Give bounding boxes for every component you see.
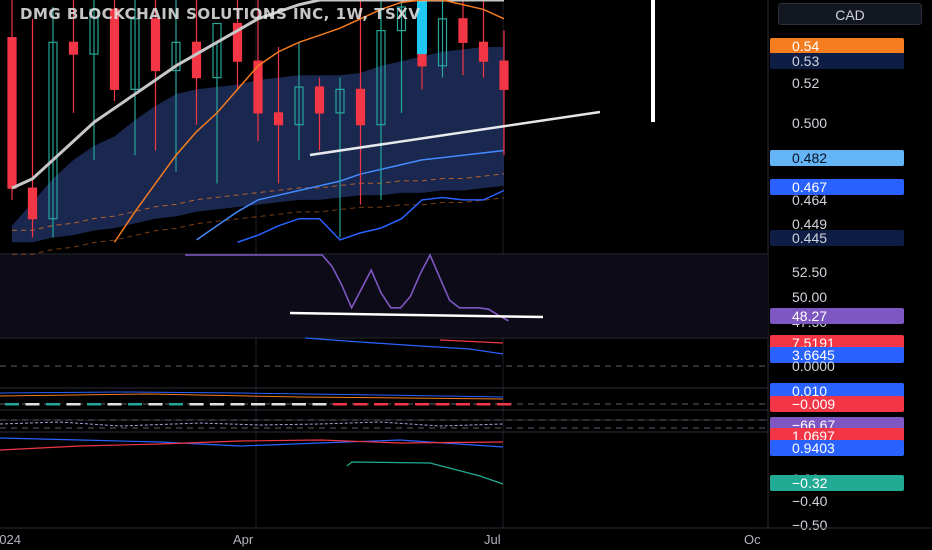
oscillator-c-tag-label: −0.32 [792,475,828,491]
candle-body[interactable] [7,37,17,189]
oscillator-a-tag-blue[interactable]: 3.6645 [770,347,904,363]
candle-body[interactable] [458,18,468,43]
histogram-bar[interactable] [66,403,81,406]
time-label: Apr [233,532,254,547]
histogram-bar[interactable] [189,403,204,406]
rsi-tag-bg [770,308,904,324]
price-tag-cloud-low[interactable]: 0.445 [770,230,904,246]
candle-body[interactable] [478,41,489,62]
price-tick: 0.500 [792,115,827,131]
oscillator-a-tag-blue-bg [770,347,904,363]
currency-button[interactable]: CAD [778,3,922,25]
time-label: Oc [744,532,761,547]
price-tag-sma-short-bg [770,38,904,54]
histogram-bar[interactable] [25,403,40,406]
histogram-bar[interactable] [415,403,429,406]
rsi-tag[interactable]: 48.27 [770,308,904,324]
price-tag-band-low-bg [770,179,904,195]
histogram-bar[interactable] [128,403,142,406]
oscillator-b-tag-blue-label: 0.9403 [792,440,835,456]
histogram-bar[interactable] [435,403,450,406]
price-tick: 0.52 [792,75,819,91]
histogram-bar[interactable] [456,403,470,406]
histogram-tag-red[interactable]: −0.009 [770,396,904,412]
histogram-bar[interactable] [107,403,122,406]
rsi-tick: 52.50 [792,264,827,280]
time-label: 2024 [0,532,21,547]
histogram-bar[interactable] [148,403,163,406]
rsi-tick: 50.00 [792,289,827,305]
oscillator-b-tag-blue-bg [770,440,904,456]
price-tag-current-label: 0.482 [792,150,827,166]
oscillator-c-tick: −0.40 [792,493,828,509]
histogram-bar[interactable] [46,403,60,406]
histogram-bar[interactable] [374,403,388,406]
histogram-bar[interactable] [169,403,183,406]
oscillator-c-tag-bg [770,475,904,491]
histogram-tag-red-bg [770,396,904,412]
candle-body[interactable] [27,187,38,220]
histogram-bar[interactable] [230,403,245,406]
price-tick: 0.464 [792,192,827,208]
histogram-bar[interactable] [333,403,347,406]
chart-canvas[interactable]: 0.540.530.520.5000.4820.4670.4640.4490.4… [0,0,932,550]
oscillator-c-tag[interactable]: −0.32 [770,475,904,491]
price-tag-sma-short[interactable]: 0.54 [770,38,904,54]
candle-body[interactable] [499,60,509,90]
histogram-bar[interactable] [251,403,265,406]
histogram-bar[interactable] [210,403,224,406]
histogram-bar[interactable] [353,403,368,406]
price-tag-sma-long-label: 0.53 [792,53,819,69]
candle-body[interactable] [191,41,202,79]
time-label: Jul [484,532,501,547]
price-tag-sma-short-label: 0.54 [792,38,819,54]
oscillator-c-tick: −0.50 [792,517,828,533]
price-tag-band-low[interactable]: 0.467 [770,179,904,195]
price-tag-sma-long-bg [770,53,904,69]
candle-body[interactable] [150,18,161,72]
histogram-bar[interactable] [497,403,511,406]
chart-title: DMG BLOCKCHAIN SOLUTIONS INC, 1W, TSXV [20,5,420,23]
histogram-bar[interactable] [312,403,327,406]
histogram-bar[interactable] [476,403,491,406]
candle-body[interactable] [314,86,325,114]
candle-body[interactable] [355,88,366,126]
price-tag-current[interactable]: 0.482 [770,150,904,166]
oscillator-b-tag-blue[interactable]: 0.9403 [770,440,904,456]
histogram-tag-red-label: −0.009 [792,396,835,412]
histogram-bar[interactable] [5,403,19,406]
oscillator-a-tick: 0.0000 [792,358,835,374]
price-tag-sma-long[interactable]: 0.53 [770,53,904,69]
candle-body[interactable] [273,112,284,126]
price-tag-current-bg [770,150,904,166]
rsi-tag-label: 48.27 [792,308,827,324]
histogram-bar[interactable] [292,403,306,406]
candle-body[interactable] [68,41,79,55]
histogram-bar[interactable] [394,403,409,406]
histogram-bar[interactable] [87,403,101,406]
histogram-bar[interactable] [271,403,286,406]
price-tag-cloud-low-label: 0.445 [792,230,827,246]
price-tag-cloud-low-bg [770,230,904,246]
